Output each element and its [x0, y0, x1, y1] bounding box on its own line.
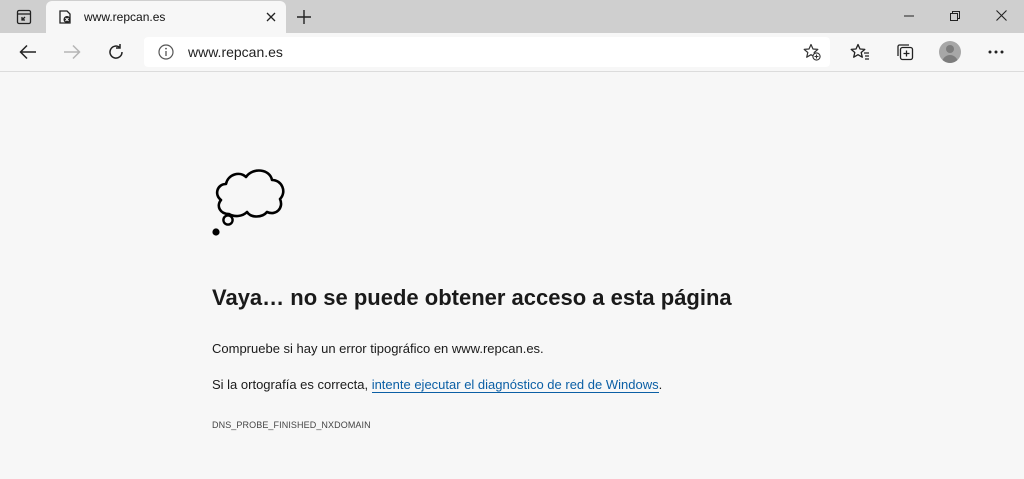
forward-arrow-icon — [63, 44, 81, 60]
refresh-icon — [107, 43, 125, 61]
tab-actions-icon — [16, 9, 32, 25]
broken-page-icon — [58, 10, 72, 24]
collections-icon — [896, 43, 914, 61]
new-tab-button[interactable] — [292, 5, 316, 29]
page-title: Vaya… no se puede obtener acceso a esta … — [212, 285, 732, 310]
restore-button[interactable] — [932, 0, 978, 31]
favorites-button[interactable] — [845, 37, 875, 67]
url-text[interactable]: www.repcan.es — [188, 44, 283, 60]
page-content: Vaya… no se puede obtener acceso a esta … — [0, 72, 1024, 479]
favorites-icon — [850, 43, 870, 61]
window-controls — [886, 0, 1024, 31]
close-window-button[interactable] — [978, 0, 1024, 31]
browser-window: www.repcan.es www.repcan.es Vaya… no se … — [0, 0, 1024, 479]
tab-strip: www.repcan.es — [0, 0, 1024, 33]
add-favorite-button[interactable] — [802, 42, 822, 62]
back-button[interactable] — [13, 37, 43, 67]
plus-icon — [296, 9, 312, 25]
info-icon[interactable] — [158, 44, 174, 60]
navigation-toolbar: www.repcan.es — [0, 33, 1024, 72]
suggestion-diagnostics: Si la ortografía es correcta, intente ej… — [212, 377, 663, 393]
network-diagnostics-link[interactable]: intente ejecutar el diagnóstico de red d… — [371, 377, 659, 393]
error-code: DNS_PROBE_FINISHED_NXDOMAIN — [212, 420, 371, 430]
close-icon — [995, 10, 1007, 21]
close-icon — [266, 12, 276, 22]
star-plus-icon — [803, 43, 821, 61]
minimize-button[interactable] — [886, 0, 932, 31]
avatar-icon[interactable] — [939, 41, 961, 63]
settings-menu-button[interactable] — [981, 37, 1011, 67]
tab-active[interactable]: www.repcan.es — [46, 1, 286, 33]
minimize-icon — [904, 11, 914, 21]
refresh-button[interactable] — [101, 37, 131, 67]
restore-icon — [950, 10, 960, 21]
address-bar[interactable]: www.repcan.es — [144, 37, 830, 67]
ellipsis-icon — [988, 50, 1004, 54]
thought-cloud-icon — [210, 162, 288, 238]
suggestion-prefix: Si la ortografía es correcta, — [212, 377, 372, 392]
tab-close-button[interactable] — [262, 8, 280, 26]
tab-title: www.repcan.es — [84, 10, 166, 24]
suggestion-typo: Compruebe si hay un error tipográfico en… — [212, 341, 544, 356]
tab-actions-button[interactable] — [8, 4, 40, 30]
collections-button[interactable] — [890, 37, 920, 67]
back-arrow-icon — [19, 44, 37, 60]
suggestion-suffix: . — [658, 377, 663, 392]
forward-button[interactable] — [57, 37, 87, 67]
